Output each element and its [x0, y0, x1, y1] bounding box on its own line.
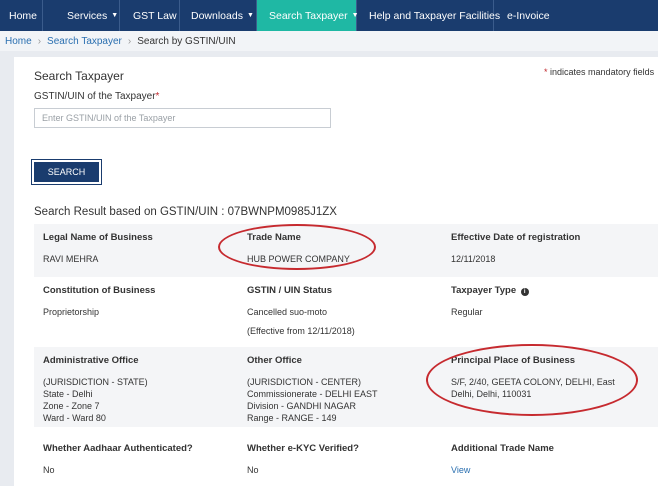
- trade-name-highlight-circle: [218, 224, 376, 270]
- search-button[interactable]: SEARCH: [34, 162, 99, 182]
- constitution-value: Proprietorship: [43, 307, 100, 317]
- other-office-label: Other Office: [247, 355, 302, 366]
- caret-down-icon: ▼: [111, 12, 119, 19]
- constitution-label: Constitution of Business: [43, 285, 156, 296]
- nav-downloads[interactable]: Downloads ▼: [180, 0, 257, 31]
- status-label: GSTIN / UIN Status: [247, 285, 332, 296]
- admin-office-line: State - Delhi: [43, 389, 93, 399]
- additional-trade-view-link[interactable]: View: [451, 464, 651, 476]
- taxpayer-type-cell: Taxpayer Type i Regular: [451, 285, 651, 318]
- other-office-cell: Other Office (JURISDICTION - CENTER) Com…: [247, 355, 442, 424]
- nav-gst-law[interactable]: GST Law: [120, 0, 180, 31]
- admin-office-line: Ward - Ward 80: [43, 413, 106, 423]
- nav-help[interactable]: Help and Taxpayer Facilities: [357, 0, 500, 31]
- breadcrumb-separator: ›: [37, 35, 42, 47]
- principal-place-highlight-circle: [426, 344, 638, 416]
- caret-down-icon: ▼: [246, 12, 254, 19]
- aadhaar-value: No: [43, 465, 55, 475]
- other-office-line: Division - GANDHI NAGAR: [247, 401, 357, 411]
- additional-trade-cell: Additional Trade Name View: [451, 443, 651, 476]
- mandatory-note-text: indicates mandatory fields: [550, 67, 655, 77]
- status-value: Cancelled suo-moto: [247, 307, 328, 317]
- breadcrumb-separator: ›: [127, 35, 132, 47]
- mandatory-note: * indicates mandatory fields: [544, 67, 654, 77]
- legal-name-cell: Legal Name of Business RAVI MEHRA: [43, 232, 233, 265]
- other-office-line: (JURISDICTION - CENTER): [247, 377, 361, 387]
- effective-date-cell: Effective Date of registration 12/11/201…: [451, 232, 651, 265]
- ekyc-cell: Whether e-KYC Verified? No: [247, 443, 442, 476]
- info-icon[interactable]: i: [520, 288, 529, 296]
- result-row: Whether Aadhaar Authenticated? No Whethe…: [34, 427, 658, 486]
- required-asterisk: *: [155, 91, 160, 102]
- constitution-cell: Constitution of Business Proprietorship: [43, 285, 233, 318]
- other-office-line: Range - RANGE - 149: [247, 413, 337, 423]
- nav-einvoice-label: e-Invoice: [507, 9, 550, 22]
- status-effective-value: (Effective from 12/11/2018): [247, 326, 355, 336]
- admin-office-cell: Administrative Office (JURISDICTION - ST…: [43, 355, 233, 424]
- admin-office-label: Administrative Office: [43, 355, 139, 366]
- effective-date-label: Effective Date of registration: [451, 232, 581, 243]
- taxpayer-type-label: Taxpayer Type i: [451, 285, 651, 297]
- effective-date-value: 12/11/2018: [451, 254, 496, 264]
- search-result-heading: Search Result based on GSTIN/UIN : 07BWN…: [34, 206, 337, 218]
- nav-services[interactable]: Services ▼: [43, 0, 120, 31]
- nav-search-taxpayer-label: Search Taxpayer: [269, 9, 348, 22]
- ekyc-label: Whether e-KYC Verified?: [247, 443, 359, 454]
- other-office-line: Commissionerate - DELHI EAST: [247, 389, 378, 399]
- breadcrumb-home[interactable]: Home: [5, 36, 32, 47]
- aadhaar-cell: Whether Aadhaar Authenticated? No: [43, 443, 233, 476]
- taxpayer-type-label-text: Taxpayer Type: [451, 285, 517, 296]
- nav-einvoice[interactable]: e-Invoice: [494, 0, 658, 31]
- gstin-field-label-text: GSTIN/UIN of the Taxpayer: [34, 91, 156, 102]
- taxpayer-type-value: Regular: [451, 307, 483, 317]
- nav-downloads-label: Downloads: [191, 9, 243, 22]
- breadcrumb: Home › Search Taxpayer › Search by GSTIN…: [0, 31, 658, 51]
- gstin-field-label: GSTIN/UIN of the Taxpayer*: [34, 91, 159, 102]
- required-asterisk: *: [544, 67, 548, 77]
- nav-gst-law-label: GST Law: [133, 9, 177, 22]
- legal-name-value: RAVI MEHRA: [43, 254, 99, 264]
- legal-name-label: Legal Name of Business: [43, 232, 153, 243]
- status-cell: GSTIN / UIN Status Cancelled suo-moto (E…: [247, 285, 442, 337]
- nav-home[interactable]: Home: [0, 0, 43, 31]
- nav-home-label: Home: [9, 9, 38, 22]
- aadhaar-label: Whether Aadhaar Authenticated?: [43, 443, 193, 454]
- nav-help-label: Help and Taxpayer Facilities: [369, 9, 501, 22]
- breadcrumb-search-taxpayer[interactable]: Search Taxpayer: [47, 36, 122, 47]
- nav-services-label: Services: [67, 9, 108, 22]
- gstin-input[interactable]: [34, 108, 331, 128]
- page-title: Search Taxpayer: [34, 69, 124, 83]
- nav-search-taxpayer[interactable]: Search Taxpayer ▼: [257, 0, 359, 31]
- additional-trade-label: Additional Trade Name: [451, 443, 554, 454]
- admin-office-line: (JURISDICTION - STATE): [43, 377, 148, 387]
- breadcrumb-current: Search by GSTIN/UIN: [137, 35, 236, 47]
- result-row: Constitution of Business Proprietorship …: [34, 277, 658, 347]
- ekyc-value: No: [247, 465, 259, 475]
- top-navbar: Home Services ▼ GST Law Downloads ▼ Search…: [0, 0, 658, 31]
- admin-office-line: Zone - Zone 7: [43, 401, 100, 411]
